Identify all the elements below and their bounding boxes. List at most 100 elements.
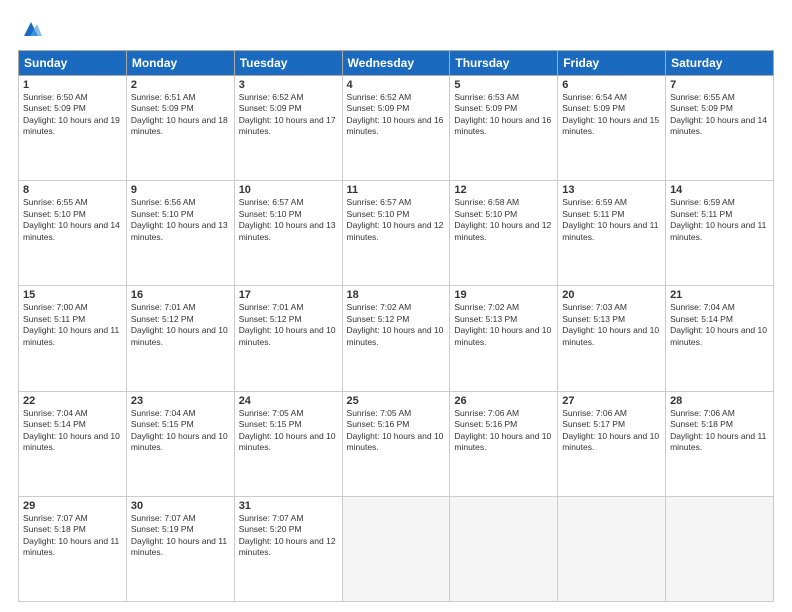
- calendar-day-header: Wednesday: [342, 51, 450, 76]
- day-info: Sunrise: 6:50 AMSunset: 5:09 PMDaylight:…: [23, 92, 122, 138]
- calendar-day-cell: 21Sunrise: 7:04 AMSunset: 5:14 PMDayligh…: [666, 286, 774, 391]
- day-info: Sunrise: 7:04 AMSunset: 5:14 PMDaylight:…: [23, 408, 122, 454]
- day-number: 22: [23, 395, 122, 407]
- calendar-day-cell: 27Sunrise: 7:06 AMSunset: 5:17 PMDayligh…: [558, 391, 666, 496]
- day-number: 17: [239, 289, 338, 301]
- day-info: Sunrise: 6:57 AMSunset: 5:10 PMDaylight:…: [239, 197, 338, 243]
- day-number: 21: [670, 289, 769, 301]
- calendar-week-row: 8Sunrise: 6:55 AMSunset: 5:10 PMDaylight…: [19, 181, 774, 286]
- calendar-day-cell: 14Sunrise: 6:59 AMSunset: 5:11 PMDayligh…: [666, 181, 774, 286]
- day-info: Sunrise: 7:06 AMSunset: 5:18 PMDaylight:…: [670, 408, 769, 454]
- day-info: Sunrise: 7:03 AMSunset: 5:13 PMDaylight:…: [562, 302, 661, 348]
- day-number: 6: [562, 79, 661, 91]
- calendar-day-cell: 22Sunrise: 7:04 AMSunset: 5:14 PMDayligh…: [19, 391, 127, 496]
- day-number: 18: [347, 289, 446, 301]
- day-info: Sunrise: 6:58 AMSunset: 5:10 PMDaylight:…: [454, 197, 553, 243]
- day-info: Sunrise: 6:56 AMSunset: 5:10 PMDaylight:…: [131, 197, 230, 243]
- day-number: 14: [670, 184, 769, 196]
- calendar-day-cell: 16Sunrise: 7:01 AMSunset: 5:12 PMDayligh…: [126, 286, 234, 391]
- day-number: 26: [454, 395, 553, 407]
- calendar-week-row: 22Sunrise: 7:04 AMSunset: 5:14 PMDayligh…: [19, 391, 774, 496]
- day-info: Sunrise: 7:04 AMSunset: 5:14 PMDaylight:…: [670, 302, 769, 348]
- day-number: 7: [670, 79, 769, 91]
- calendar-day-cell: 26Sunrise: 7:06 AMSunset: 5:16 PMDayligh…: [450, 391, 558, 496]
- day-number: 2: [131, 79, 230, 91]
- day-info: Sunrise: 7:01 AMSunset: 5:12 PMDaylight:…: [131, 302, 230, 348]
- calendar-day-cell: 6Sunrise: 6:54 AMSunset: 5:09 PMDaylight…: [558, 76, 666, 181]
- calendar-day-cell: [450, 496, 558, 601]
- day-info: Sunrise: 7:06 AMSunset: 5:17 PMDaylight:…: [562, 408, 661, 454]
- day-number: 30: [131, 500, 230, 512]
- calendar-day-cell: [342, 496, 450, 601]
- day-info: Sunrise: 6:52 AMSunset: 5:09 PMDaylight:…: [239, 92, 338, 138]
- calendar-day-cell: 28Sunrise: 7:06 AMSunset: 5:18 PMDayligh…: [666, 391, 774, 496]
- day-info: Sunrise: 7:00 AMSunset: 5:11 PMDaylight:…: [23, 302, 122, 348]
- calendar-day-cell: 15Sunrise: 7:00 AMSunset: 5:11 PMDayligh…: [19, 286, 127, 391]
- header: [18, 18, 774, 40]
- calendar-day-cell: [666, 496, 774, 601]
- day-info: Sunrise: 6:59 AMSunset: 5:11 PMDaylight:…: [670, 197, 769, 243]
- calendar-day-cell: 1Sunrise: 6:50 AMSunset: 5:09 PMDaylight…: [19, 76, 127, 181]
- day-info: Sunrise: 6:52 AMSunset: 5:09 PMDaylight:…: [347, 92, 446, 138]
- day-number: 13: [562, 184, 661, 196]
- day-number: 28: [670, 395, 769, 407]
- calendar-day-cell: 31Sunrise: 7:07 AMSunset: 5:20 PMDayligh…: [234, 496, 342, 601]
- day-number: 5: [454, 79, 553, 91]
- calendar-week-row: 1Sunrise: 6:50 AMSunset: 5:09 PMDaylight…: [19, 76, 774, 181]
- calendar-day-cell: 3Sunrise: 6:52 AMSunset: 5:09 PMDaylight…: [234, 76, 342, 181]
- day-info: Sunrise: 7:02 AMSunset: 5:12 PMDaylight:…: [347, 302, 446, 348]
- day-number: 20: [562, 289, 661, 301]
- calendar-day-cell: [558, 496, 666, 601]
- day-number: 10: [239, 184, 338, 196]
- day-info: Sunrise: 6:54 AMSunset: 5:09 PMDaylight:…: [562, 92, 661, 138]
- logo-icon: [20, 18, 42, 40]
- day-info: Sunrise: 6:53 AMSunset: 5:09 PMDaylight:…: [454, 92, 553, 138]
- day-info: Sunrise: 7:07 AMSunset: 5:20 PMDaylight:…: [239, 513, 338, 559]
- calendar-day-header: Monday: [126, 51, 234, 76]
- calendar-day-cell: 8Sunrise: 6:55 AMSunset: 5:10 PMDaylight…: [19, 181, 127, 286]
- calendar-day-cell: 9Sunrise: 6:56 AMSunset: 5:10 PMDaylight…: [126, 181, 234, 286]
- calendar-day-header: Friday: [558, 51, 666, 76]
- day-info: Sunrise: 7:01 AMSunset: 5:12 PMDaylight:…: [239, 302, 338, 348]
- day-number: 1: [23, 79, 122, 91]
- day-info: Sunrise: 6:59 AMSunset: 5:11 PMDaylight:…: [562, 197, 661, 243]
- calendar-day-cell: 17Sunrise: 7:01 AMSunset: 5:12 PMDayligh…: [234, 286, 342, 391]
- calendar-day-cell: 5Sunrise: 6:53 AMSunset: 5:09 PMDaylight…: [450, 76, 558, 181]
- day-info: Sunrise: 7:06 AMSunset: 5:16 PMDaylight:…: [454, 408, 553, 454]
- day-number: 31: [239, 500, 338, 512]
- calendar-day-cell: 2Sunrise: 6:51 AMSunset: 5:09 PMDaylight…: [126, 76, 234, 181]
- day-info: Sunrise: 6:57 AMSunset: 5:10 PMDaylight:…: [347, 197, 446, 243]
- day-number: 12: [454, 184, 553, 196]
- day-number: 11: [347, 184, 446, 196]
- calendar-day-cell: 12Sunrise: 6:58 AMSunset: 5:10 PMDayligh…: [450, 181, 558, 286]
- day-info: Sunrise: 7:02 AMSunset: 5:13 PMDaylight:…: [454, 302, 553, 348]
- day-info: Sunrise: 7:05 AMSunset: 5:15 PMDaylight:…: [239, 408, 338, 454]
- day-info: Sunrise: 7:05 AMSunset: 5:16 PMDaylight:…: [347, 408, 446, 454]
- day-info: Sunrise: 6:51 AMSunset: 5:09 PMDaylight:…: [131, 92, 230, 138]
- calendar-day-cell: 13Sunrise: 6:59 AMSunset: 5:11 PMDayligh…: [558, 181, 666, 286]
- calendar-day-cell: 19Sunrise: 7:02 AMSunset: 5:13 PMDayligh…: [450, 286, 558, 391]
- calendar-day-cell: 23Sunrise: 7:04 AMSunset: 5:15 PMDayligh…: [126, 391, 234, 496]
- day-info: Sunrise: 7:07 AMSunset: 5:18 PMDaylight:…: [23, 513, 122, 559]
- page: SundayMondayTuesdayWednesdayThursdayFrid…: [0, 0, 792, 612]
- day-number: 3: [239, 79, 338, 91]
- calendar-day-cell: 30Sunrise: 7:07 AMSunset: 5:19 PMDayligh…: [126, 496, 234, 601]
- logo: [18, 18, 42, 40]
- day-info: Sunrise: 7:07 AMSunset: 5:19 PMDaylight:…: [131, 513, 230, 559]
- calendar-header-row: SundayMondayTuesdayWednesdayThursdayFrid…: [19, 51, 774, 76]
- day-number: 9: [131, 184, 230, 196]
- day-info: Sunrise: 6:55 AMSunset: 5:09 PMDaylight:…: [670, 92, 769, 138]
- calendar-day-cell: 7Sunrise: 6:55 AMSunset: 5:09 PMDaylight…: [666, 76, 774, 181]
- calendar-day-cell: 10Sunrise: 6:57 AMSunset: 5:10 PMDayligh…: [234, 181, 342, 286]
- day-number: 16: [131, 289, 230, 301]
- calendar-day-cell: 24Sunrise: 7:05 AMSunset: 5:15 PMDayligh…: [234, 391, 342, 496]
- calendar-day-cell: 29Sunrise: 7:07 AMSunset: 5:18 PMDayligh…: [19, 496, 127, 601]
- day-number: 4: [347, 79, 446, 91]
- calendar-day-header: Sunday: [19, 51, 127, 76]
- day-number: 27: [562, 395, 661, 407]
- calendar-day-cell: 18Sunrise: 7:02 AMSunset: 5:12 PMDayligh…: [342, 286, 450, 391]
- calendar-day-cell: 4Sunrise: 6:52 AMSunset: 5:09 PMDaylight…: [342, 76, 450, 181]
- day-number: 23: [131, 395, 230, 407]
- day-info: Sunrise: 6:55 AMSunset: 5:10 PMDaylight:…: [23, 197, 122, 243]
- day-number: 19: [454, 289, 553, 301]
